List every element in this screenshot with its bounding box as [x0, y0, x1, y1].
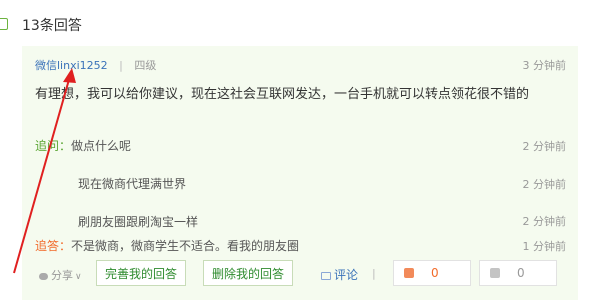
thumbs-down-icon: [490, 268, 500, 278]
chevron-down-icon: ∨: [75, 272, 82, 282]
followup-text: 做点什么呢: [71, 139, 132, 153]
answer-username-link[interactable]: 微信linxi1252: [35, 59, 108, 72]
answer-panel: 微信linxi1252 | 四级 3 分钟前 有理想，我可以给你建议，现在这社会…: [22, 46, 578, 300]
followup-time: 2 分钟前: [522, 140, 567, 153]
meta-separator: |: [119, 59, 123, 72]
reply-label: 追答：: [35, 239, 72, 253]
followup-row: 追问：做点什么呢: [35, 137, 131, 154]
share-icon: [39, 272, 48, 280]
comment-button[interactable]: 评论: [321, 266, 358, 283]
comment-bubble-icon: [0, 18, 8, 30]
reply-text: 不是微商，微商学生不适合。看我的朋友圈: [71, 239, 300, 253]
share-button[interactable]: 分享 ∨: [39, 267, 82, 283]
followup-time: 2 分钟前: [522, 215, 567, 228]
thumbs-up-icon: [404, 268, 414, 278]
delete-answer-button[interactable]: 删除我的回答: [203, 260, 294, 286]
improve-answer-button[interactable]: 完善我的回答: [96, 260, 187, 286]
dislike-button[interactable]: 0: [479, 260, 557, 286]
reply-row: 追答：不是微商，微商学生不适合。看我的朋友圈: [35, 237, 299, 254]
like-count: 0: [431, 266, 439, 280]
followup-text: 现在微商代理满世界: [78, 177, 187, 191]
comment-label: 评论: [334, 268, 359, 282]
followup-text: 刷朋友圈跟刷淘宝一样: [78, 215, 199, 229]
like-button[interactable]: 0: [393, 260, 471, 286]
answer-meta: 微信linxi1252 | 四级: [35, 57, 156, 73]
answer-text: 有理想，我可以给你建议，现在这社会互联网发达，一台手机就可以转点领花很不错的: [35, 87, 530, 102]
answer-time: 3 分钟前: [522, 59, 567, 72]
answer-actions-bar: 分享 ∨ 完善我的回答 删除我的回答 评论 | 0 0: [35, 258, 575, 288]
followup-label: 追问：: [35, 139, 72, 153]
comment-icon: [321, 271, 331, 280]
actions-separator: |: [372, 267, 376, 280]
reply-time: 1 分钟前: [522, 240, 567, 253]
followup-time: 2 分钟前: [522, 178, 567, 191]
dislike-count: 0: [517, 266, 525, 280]
answers-header: 13条回答: [0, 0, 600, 44]
answers-count-title: 13条回答: [22, 18, 82, 34]
share-label: 分享: [51, 269, 73, 282]
user-level: 四级: [134, 59, 157, 72]
